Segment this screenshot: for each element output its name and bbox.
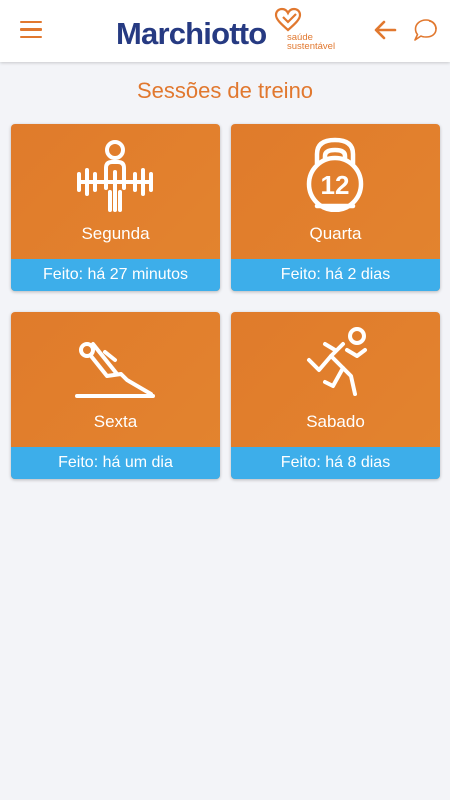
- app-header: Marchiotto saúde sustentável: [0, 0, 450, 62]
- back-button[interactable]: [373, 19, 397, 41]
- session-status: Feito: há 8 dias: [231, 447, 440, 479]
- session-card-quarta[interactable]: 12 Quarta Feito: há 2 dias: [231, 124, 440, 291]
- arrow-left-icon: [374, 20, 397, 40]
- session-card-segunda[interactable]: Segunda Feito: há 27 minutos: [11, 124, 220, 291]
- hamburger-menu-icon: [20, 21, 42, 24]
- chat-button[interactable]: [412, 17, 438, 43]
- weightlifter-icon: [77, 140, 153, 212]
- session-day-label: Sabado: [306, 412, 365, 431]
- logo-wordmark: Marchiotto: [116, 16, 267, 51]
- stretching-icon: [75, 342, 155, 398]
- menu-button[interactable]: [20, 21, 42, 39]
- page-title: Sessões de treino: [136, 78, 314, 103]
- session-card-sexta[interactable]: Sexta Feito: há um dia: [11, 312, 220, 479]
- runner-icon: [307, 327, 367, 396]
- chat-bubble-icon: [414, 19, 437, 41]
- session-status: Feito: há um dia: [11, 447, 220, 479]
- logo-tagline: saúde sustentável: [287, 32, 336, 52]
- brand-logo: Marchiotto saúde sustentável: [116, 6, 341, 56]
- session-day-label: Quarta: [309, 224, 362, 243]
- kettlebell-number: 12: [321, 170, 350, 200]
- session-card-sabado[interactable]: Sabado Feito: há 8 dias: [231, 312, 440, 479]
- session-day-label: Sexta: [93, 412, 138, 431]
- heart-logo-icon: [274, 7, 302, 32]
- session-day-label: Segunda: [81, 224, 150, 243]
- session-status: Feito: há 27 minutos: [11, 259, 220, 291]
- kettlebell-12-icon: 12: [306, 137, 364, 212]
- session-status: Feito: há 2 dias: [231, 259, 440, 291]
